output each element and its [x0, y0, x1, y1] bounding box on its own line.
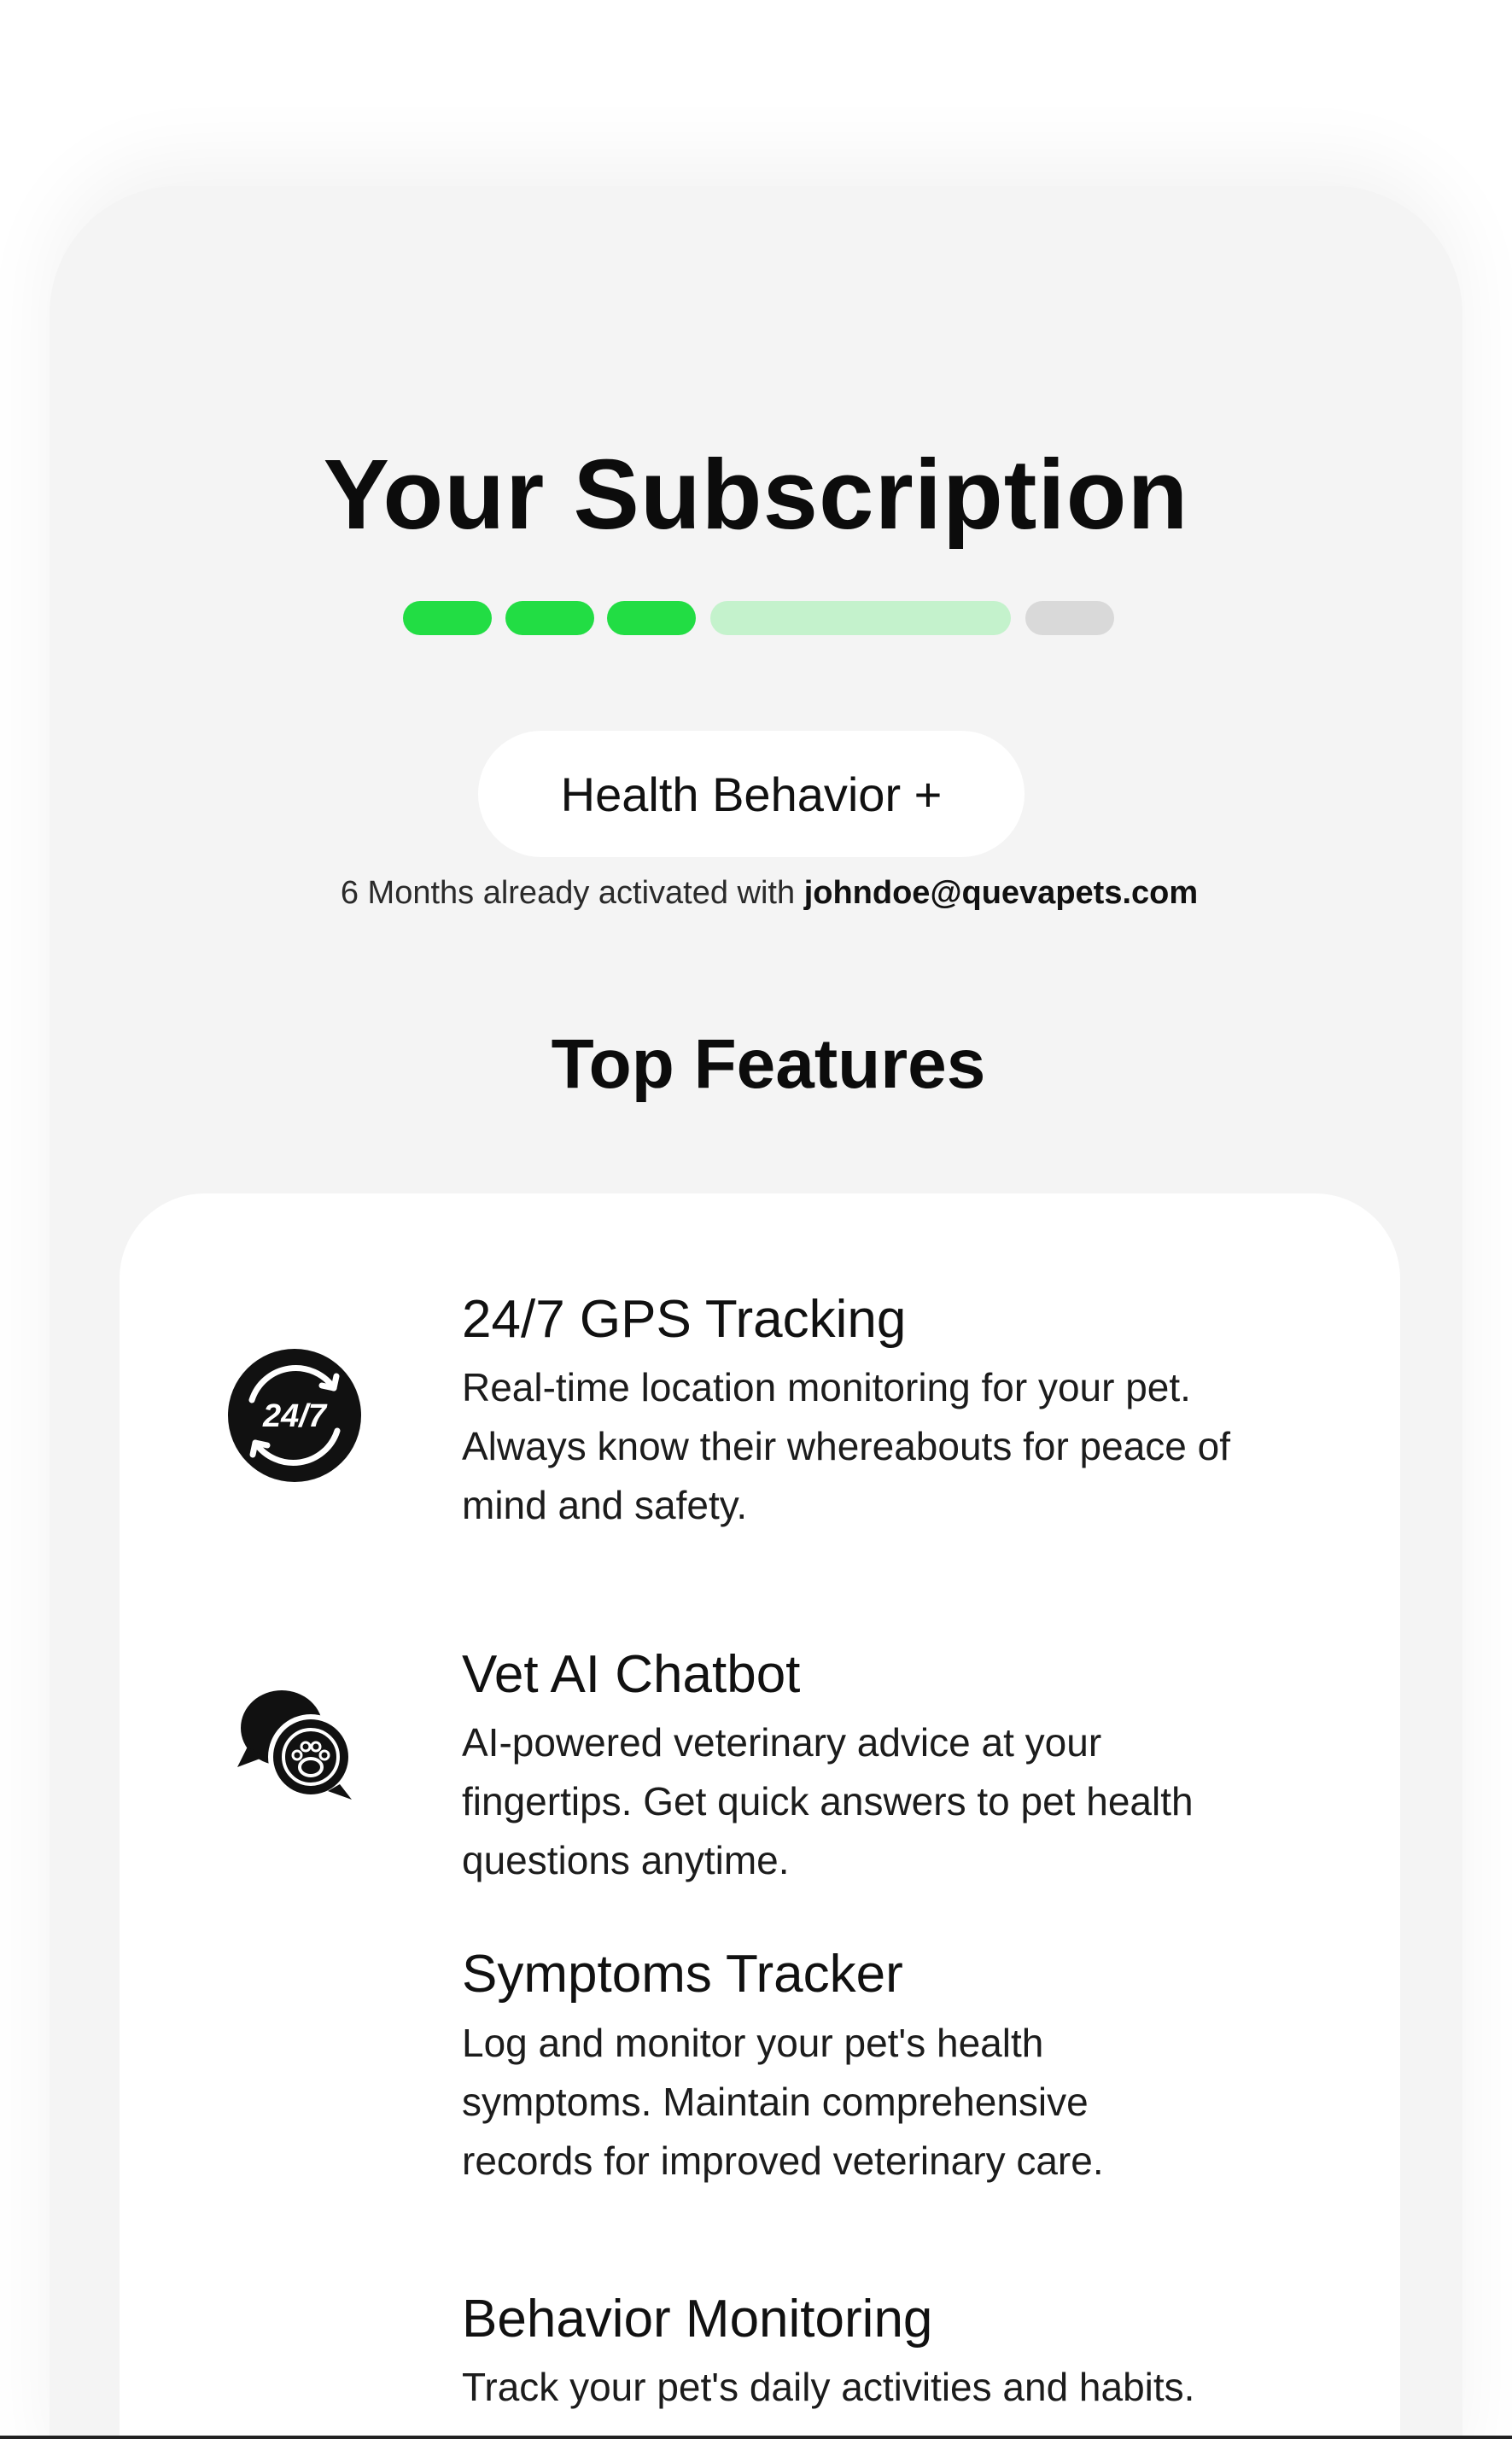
feature-desc-line: records for improved veterinary care. — [462, 2139, 1104, 2183]
chat-paw-icon — [237, 1690, 353, 1800]
feature-desc-gps: Real-time location monitoring for your p… — [462, 1358, 1350, 1535]
feature-desc-line: Real-time location monitoring for your p… — [462, 1365, 1191, 1409]
activation-text: 6 Months already activated with — [340, 875, 804, 911]
plan-badge[interactable]: Health Behavior + — [478, 731, 1025, 857]
feature-desc-line: Log and monitor your pet's health — [462, 2021, 1044, 2065]
feature-title-symptoms: Symptoms Tracker — [462, 1945, 903, 2004]
feature-desc-line: mind and safety. — [462, 1483, 748, 1527]
activation-email: johndoe@quevapets.com — [803, 875, 1199, 911]
features-heading: Top Features — [551, 1025, 986, 1103]
progress-segment-5 — [1025, 601, 1114, 635]
feature-desc-line: symptoms. Maintain comprehensive — [462, 2080, 1089, 2124]
progress-segment-2 — [505, 601, 594, 635]
feature-desc-symptoms: Log and monitor your pet's health sympto… — [462, 2014, 1350, 2191]
feature-title-gps: 24/7 GPS Tracking — [462, 1290, 907, 1349]
feature-title-chatbot: Vet AI Chatbot — [462, 1645, 801, 1704]
feature-desc-line: AI-powered veterinary advice at your — [462, 1720, 1102, 1765]
subscription-screen: Your Subscription Health Behavior + 6 Mo… — [0, 0, 1512, 2439]
feature-desc-behavior: Track your pet's daily activities and ha… — [462, 2358, 1350, 2417]
feature-desc-line: questions anytime. — [462, 1838, 790, 1882]
subscription-progress — [0, 601, 1512, 635]
page-title: Your Subscription — [323, 439, 1189, 550]
feature-desc-line: Track your pet's daily activities and ha… — [462, 2365, 1195, 2409]
icon-24-7-text: 24/7 — [262, 1398, 328, 1434]
activation-status: 6 Months already activated with johndoe@… — [0, 875, 1512, 912]
feature-desc-line: fingertips. Get quick answers to pet hea… — [462, 1779, 1194, 1823]
feature-desc-chatbot: AI-powered veterinary advice at your fin… — [462, 1713, 1350, 1890]
feature-desc-line: Always know their whereabouts for peace … — [462, 1424, 1231, 1468]
feature-title-behavior: Behavior Monitoring — [462, 2290, 933, 2349]
bottom-divider — [0, 2436, 1512, 2439]
progress-segment-4 — [710, 601, 1011, 635]
clock-24-7-icon: 24/7 — [228, 1349, 361, 1482]
progress-segment-1 — [403, 601, 492, 635]
progress-segment-3 — [607, 601, 696, 635]
